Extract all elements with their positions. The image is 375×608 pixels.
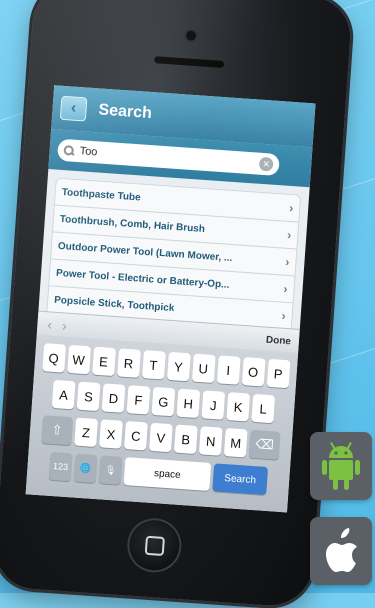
on-screen-keyboard: Q W E R T Y U I O P A S D F G H J K L ⇧ …	[25, 334, 299, 513]
chevron-right-icon: ›	[281, 308, 287, 323]
earpiece-speaker	[153, 56, 225, 68]
numbers-key[interactable]: 123	[48, 451, 73, 482]
key-j[interactable]: J	[201, 390, 226, 420]
key-o[interactable]: O	[241, 357, 266, 387]
key-n[interactable]: N	[198, 426, 223, 456]
chevron-right-icon: ›	[288, 200, 294, 216]
key-v[interactable]: V	[148, 422, 173, 453]
done-button[interactable]: Done	[266, 334, 292, 347]
search-key[interactable]: Search	[212, 463, 269, 495]
home-square-icon	[144, 535, 165, 556]
front-camera	[185, 30, 197, 41]
search-icon	[63, 145, 74, 156]
key-e[interactable]: E	[91, 346, 116, 377]
shift-key[interactable]: ⇧	[41, 415, 74, 446]
key-u[interactable]: U	[191, 353, 216, 384]
chevron-right-icon: ›	[284, 254, 290, 270]
list-item-label: Popsicle Stick, Toothpick	[53, 294, 175, 314]
search-query: Too	[79, 145, 98, 159]
list-item-label: Toothpaste Tube	[61, 186, 142, 203]
key-d[interactable]: D	[101, 383, 126, 413]
apple-icon	[326, 528, 357, 572]
list-item-label: Toothbrush, Comb, Hair Brush	[59, 213, 206, 235]
key-p[interactable]: P	[266, 358, 291, 389]
previous-field-button[interactable]: ‹	[47, 316, 53, 332]
phone-screen: ‹ Search Too ✕ Toothpaste Tube › Toothbr…	[25, 85, 316, 513]
key-y[interactable]: Y	[166, 351, 191, 382]
key-g[interactable]: G	[151, 386, 176, 417]
key-z[interactable]: Z	[74, 417, 99, 448]
chevron-right-icon: ›	[286, 227, 292, 243]
results-list: Toothpaste Tube › Toothbrush, Comb, Hair…	[46, 177, 302, 330]
key-r[interactable]: R	[116, 348, 141, 378]
globe-icon[interactable]: 🌐	[73, 453, 98, 484]
microphone-icon[interactable]: 🎙	[98, 455, 123, 485]
key-h[interactable]: H	[176, 388, 201, 419]
clear-search-icon[interactable]: ✕	[258, 156, 274, 172]
key-w[interactable]: W	[66, 344, 91, 375]
key-q[interactable]: Q	[41, 343, 66, 373]
key-t[interactable]: T	[141, 350, 166, 380]
phone-device: ‹ Search Too ✕ Toothpaste Tube › Toothbr…	[0, 0, 353, 608]
key-m[interactable]: M	[223, 428, 248, 458]
key-k[interactable]: K	[226, 392, 251, 422]
key-l[interactable]: L	[251, 393, 276, 424]
key-a[interactable]: A	[51, 379, 76, 410]
apple-badge[interactable]	[310, 517, 372, 585]
search-input[interactable]: Too ✕	[56, 138, 280, 177]
chevron-right-icon: ›	[283, 281, 289, 296]
backspace-key[interactable]: ⌫	[248, 429, 281, 460]
space-key[interactable]: space	[123, 457, 212, 492]
key-b[interactable]: B	[173, 424, 198, 454]
back-arrow-icon: ‹	[70, 99, 77, 117]
key-f[interactable]: F	[126, 385, 151, 415]
back-button[interactable]: ‹	[59, 95, 88, 122]
key-x[interactable]: X	[99, 419, 123, 449]
key-c[interactable]: C	[124, 421, 148, 451]
next-field-button[interactable]: ›	[62, 317, 68, 333]
key-i[interactable]: I	[216, 355, 241, 385]
android-badge[interactable]	[310, 432, 372, 500]
key-s[interactable]: S	[76, 381, 101, 412]
android-icon	[322, 442, 360, 490]
home-button[interactable]	[127, 518, 182, 572]
page-title: Search	[98, 101, 153, 123]
